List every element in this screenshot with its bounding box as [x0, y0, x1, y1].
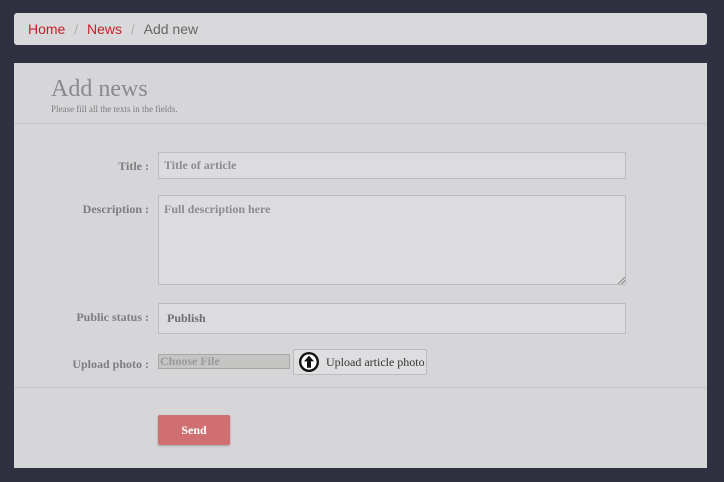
breadcrumb-current: Add new — [143, 21, 199, 37]
status-label: Public status : — [76, 310, 149, 324]
description-wrapper — [158, 195, 626, 285]
add-news-panel: Add news Please fill all the texts in th… — [14, 63, 707, 468]
title-label: Title : — [118, 159, 149, 173]
public-status-select[interactable]: Publish — [158, 303, 626, 334]
title-input[interactable] — [158, 152, 626, 179]
breadcrumb: Home / News / Add new — [14, 13, 707, 45]
breadcrumb-home[interactable]: Home — [28, 21, 65, 37]
description-textarea[interactable] — [158, 195, 626, 285]
form-divider — [14, 387, 707, 388]
page-subtitle: Please fill all the texts in the fields. — [51, 104, 178, 114]
upload-photo-button[interactable]: Upload article photo — [293, 349, 427, 375]
public-status-value: Publish — [167, 311, 206, 325]
upload-label: Upload photo : — [72, 357, 149, 371]
breadcrumb-separator: / — [74, 21, 78, 37]
breadcrumb-separator: / — [131, 21, 135, 37]
send-button[interactable]: Send — [158, 415, 230, 445]
arrow-up-circle-icon — [299, 352, 319, 372]
file-input[interactable]: Choose File — [158, 354, 290, 369]
panel-header: Add news Please fill all the texts in th… — [14, 63, 707, 124]
resize-handle-icon[interactable] — [618, 277, 625, 284]
file-input-text: Choose File — [160, 354, 220, 368]
upload-photo-label: Upload article photo — [326, 354, 425, 369]
description-label: Description : — [82, 202, 149, 216]
breadcrumb-news[interactable]: News — [87, 21, 122, 37]
page-title: Add news — [51, 76, 148, 102]
